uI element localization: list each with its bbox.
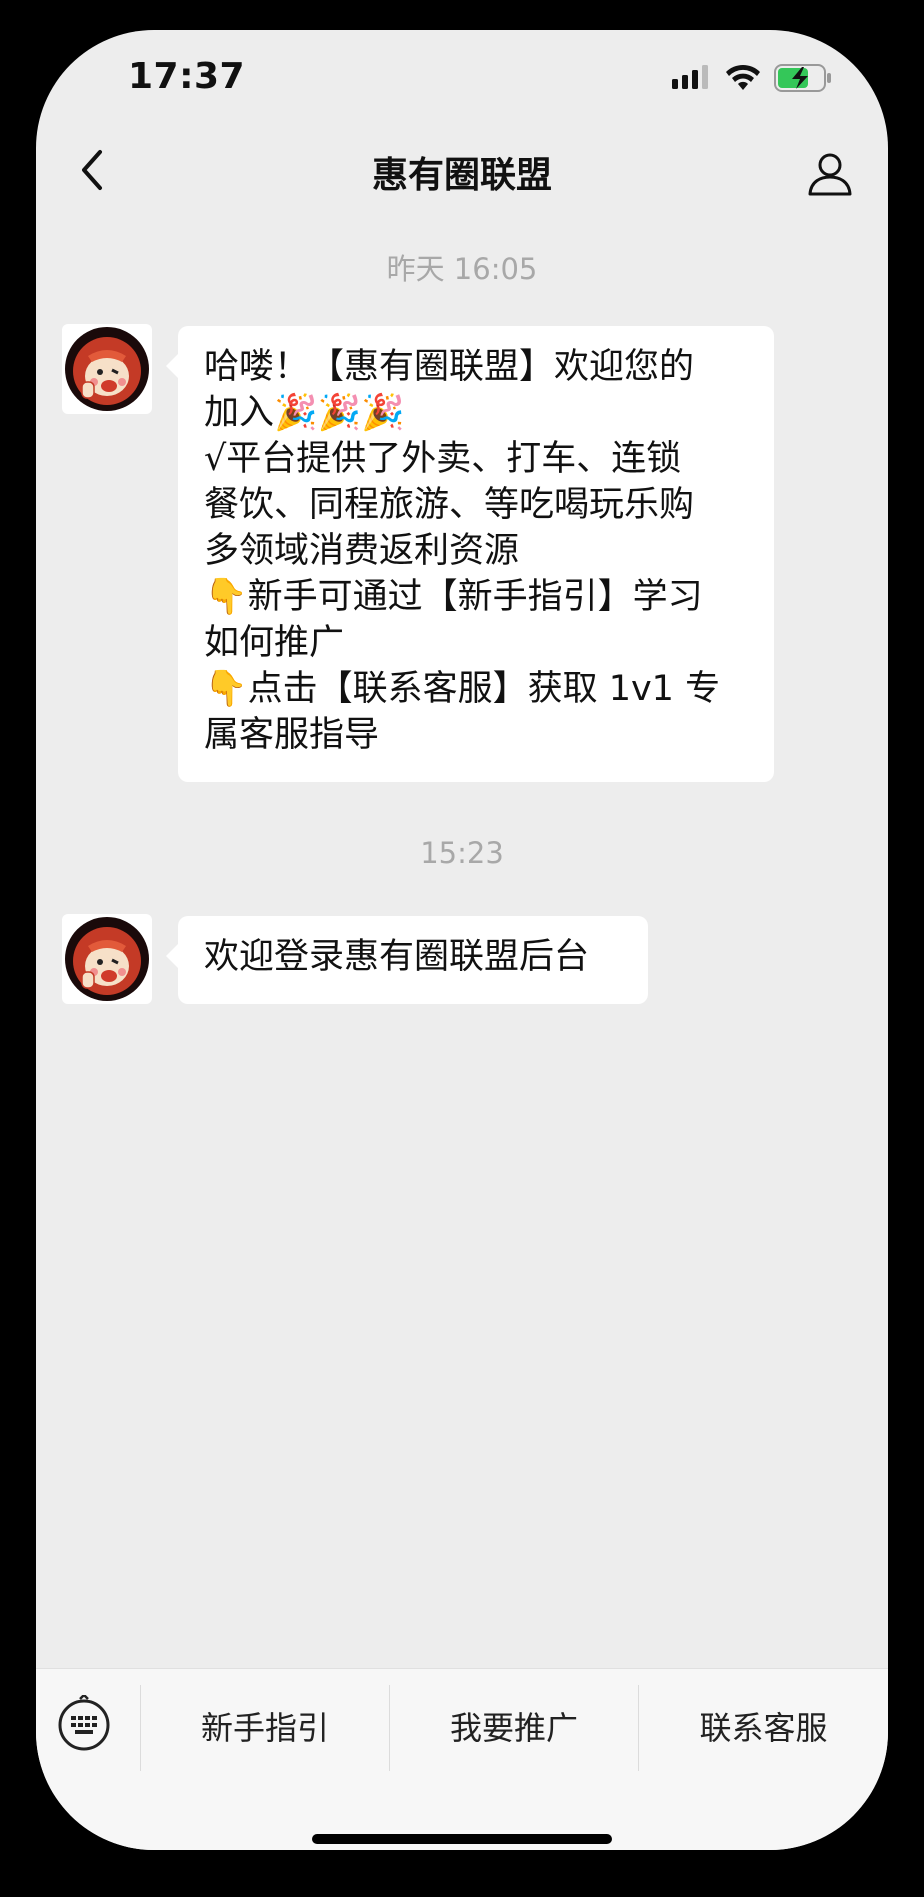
message-line: 👇新手可通过【新手指引】学习 <box>204 577 703 617</box>
keyboard-toggle-button[interactable] <box>56 1693 112 1751</box>
message-line: 属客服指导 <box>204 715 380 755</box>
chat-title: 惠有圈联盟 <box>371 155 552 196</box>
menu-item-guide[interactable]: 新手指引 <box>141 1683 389 1769</box>
message-timestamp: 昨天 16:05 <box>386 252 538 286</box>
chat-screen: 17:37 惠有圈联盟 昨天 16:05 哈喽！【惠有圈联盟】欢迎您的 加入🎉🎉… <box>36 30 888 1850</box>
signal-icon <box>672 65 708 89</box>
message-line: 哈喽！【惠有圈联盟】欢迎您的 <box>204 347 695 387</box>
message-line: 加入🎉🎉🎉 <box>204 393 405 433</box>
message-line: 多领域消费返利资源 <box>204 531 520 571</box>
message-bubble[interactable]: 欢迎登录惠有圈联盟后台 <box>166 916 648 1004</box>
message-line: 餐饮、同程旅游、等吃喝玩乐购 <box>204 485 695 525</box>
home-indicator[interactable] <box>312 1834 612 1844</box>
message-line: 👇点击【联系客服】获取 1v1 专 <box>204 669 721 709</box>
message-bubble[interactable]: 哈喽！【惠有圈联盟】欢迎您的 加入🎉🎉🎉 √平台提供了外卖、打车、连锁 餐饮、同… <box>166 326 774 782</box>
phone-frame: 17:37 惠有圈联盟 昨天 16:05 哈喽！【惠有圈联盟】欢迎您的 加入🎉🎉… <box>0 0 924 1897</box>
profile-button[interactable] <box>802 146 858 202</box>
message-timestamp: 15:23 <box>420 836 504 870</box>
status-icons <box>672 58 834 98</box>
status-time: 17:37 <box>128 56 246 97</box>
keyboard-icon <box>58 1693 110 1751</box>
avatar-image <box>65 917 149 1001</box>
service-menu-bar: 新手指引 我要推广 联系客服 <box>36 1668 888 1850</box>
message-line: 如何推广 <box>204 623 345 663</box>
battery-icon <box>774 64 831 92</box>
message-line: √平台提供了外卖、打车、连锁 <box>204 439 682 479</box>
menu-item-customer-service[interactable]: 联系客服 <box>639 1683 888 1769</box>
avatar[interactable] <box>62 324 152 414</box>
menu-item-promote[interactable]: 我要推广 <box>390 1683 638 1769</box>
message-line: 欢迎登录惠有圈联盟后台 <box>204 937 590 977</box>
avatar-image <box>65 327 149 411</box>
wifi-icon <box>726 64 760 90</box>
avatar[interactable] <box>62 914 152 1004</box>
person-icon <box>808 153 852 196</box>
